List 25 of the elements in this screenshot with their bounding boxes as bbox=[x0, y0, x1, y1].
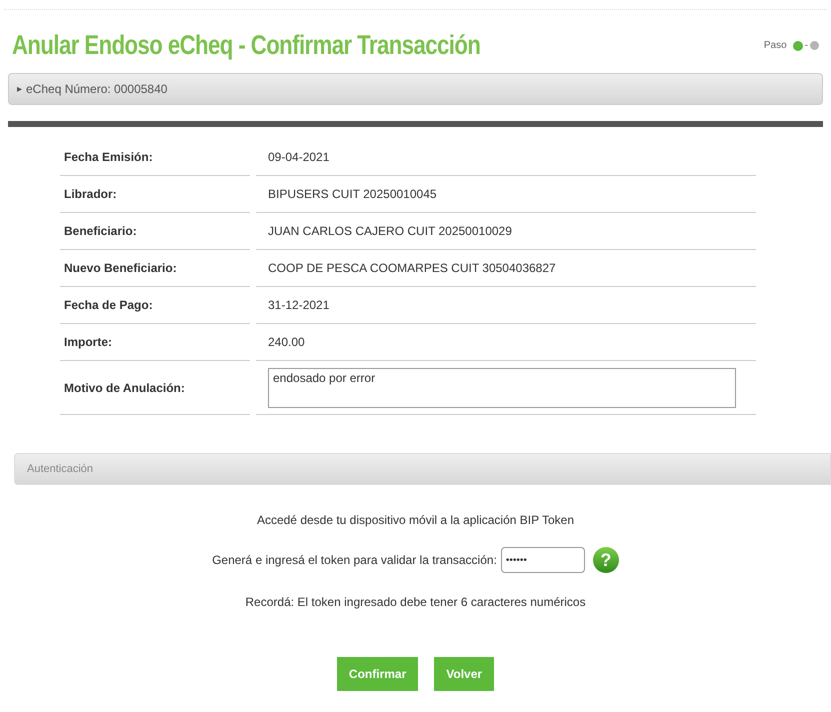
field-value: JUAN CARLOS CAJERO CUIT 20250010029 bbox=[268, 223, 512, 240]
field-value: 31-12-2021 bbox=[268, 297, 330, 314]
section-title: Autenticación bbox=[27, 462, 94, 477]
field-label: Importe: bbox=[64, 334, 112, 351]
expand-arrow: ▸ bbox=[17, 82, 22, 96]
field-value: COOP DE PESCA COOMARPES CUIT 30504036827 bbox=[268, 260, 556, 277]
page-title: Anular Endoso eCheq - Confirmar Transacción bbox=[12, 32, 480, 59]
token-field[interactable]: •••••• bbox=[500, 547, 585, 573]
field-label: Fecha Emisión: bbox=[64, 149, 153, 166]
token-note: Recordá: El token ingresado debe tener 6 caracteres numéricos bbox=[245, 594, 586, 611]
token-label: Generá e ingresá el token para validar la transacción: bbox=[212, 552, 497, 569]
field-value: 09-04-2021 bbox=[268, 149, 330, 166]
field-value: BIPUSERS CUIT 20250010045 bbox=[268, 186, 437, 203]
instruction-text: Accedé desde tu dispositivo móvil a la aplicación BIP Token bbox=[256, 512, 574, 529]
echeq-number: eCheq Número: 00005840 bbox=[26, 81, 168, 98]
echeq-bar[interactable]: ▸ eCheq Número: 00005840 bbox=[8, 73, 823, 105]
reason-field[interactable]: endosado por error bbox=[268, 368, 736, 408]
field-label: Beneficiario: bbox=[64, 223, 137, 240]
step-separator: - bbox=[804, 39, 808, 53]
field-label: Librador: bbox=[64, 186, 117, 203]
step-label: Paso bbox=[764, 39, 787, 53]
field-label: Fecha de Pago: bbox=[64, 297, 153, 314]
field-label: Motivo de Anulación: bbox=[64, 380, 185, 396]
field-label: Nuevo Beneficiario: bbox=[64, 260, 177, 277]
field-value: 240.00 bbox=[268, 334, 305, 351]
